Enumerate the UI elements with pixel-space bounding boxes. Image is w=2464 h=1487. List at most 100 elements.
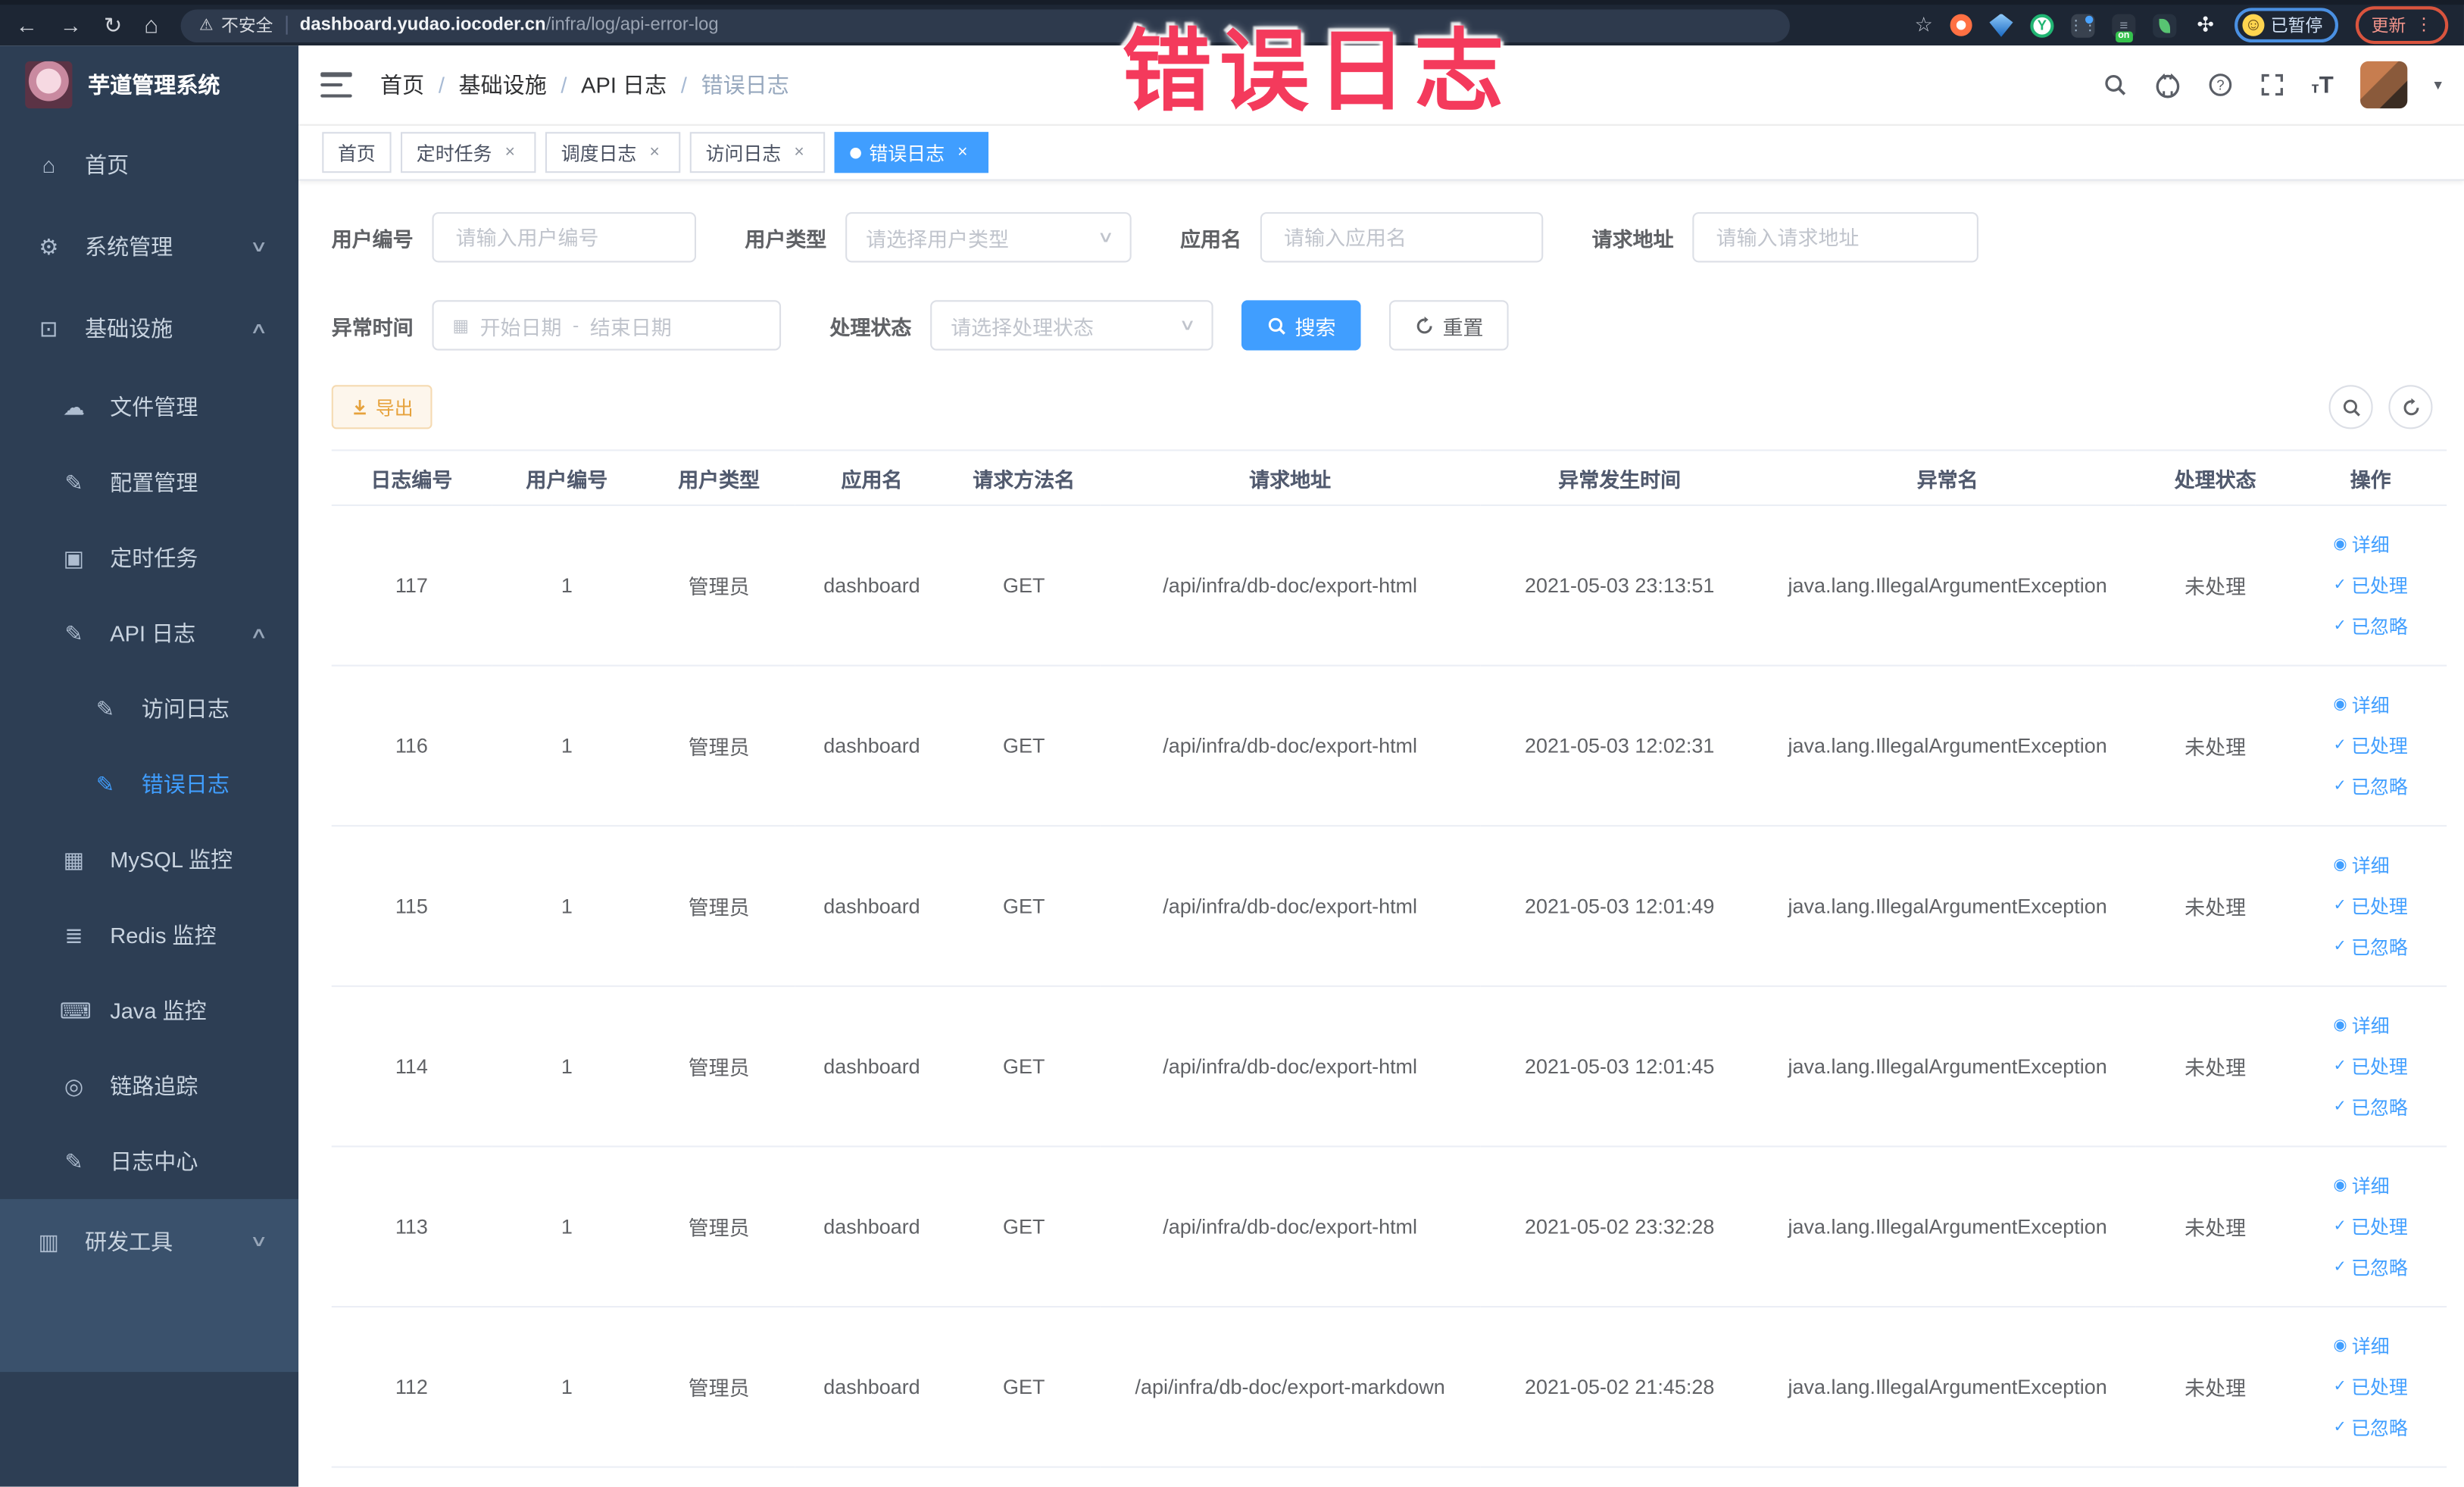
sidebar-item-log-center[interactable]: ✎ 日志中心 (0, 1123, 298, 1199)
error-log-table: 日志编号 用户编号 用户类型 应用名 请求方法名 请求地址 异常发生时间 异常名… (331, 449, 2447, 1468)
extension-icon-switch[interactable]: ≡ on (2112, 13, 2136, 42)
user-id-label: 用户编号 (331, 226, 414, 251)
browser-back-icon[interactable]: ← (16, 14, 38, 36)
tag-scheduled-jobs[interactable]: 定时任务 × (401, 132, 536, 173)
sidebar-item-config-management[interactable]: ✎ 配置管理 (0, 445, 298, 520)
tag-error-log[interactable]: 错误日志 × (834, 132, 989, 173)
dev-tools-section: ▥ 研发工具 ∨ (0, 1198, 299, 1373)
browser-chrome: ← → ↻ ⌂ ⚠ 不安全 dashboard.yudao.iocoder.cn… (0, 0, 2464, 46)
sidebar-item-infrastructure[interactable]: ⊡ 基础设施 ∧ (0, 288, 298, 370)
search-icon[interactable] (2103, 72, 2128, 97)
font-size-icon[interactable]: тT (2312, 71, 2334, 98)
mark-processed-link[interactable]: ✓ 已处理 (2333, 1206, 2407, 1247)
help-icon[interactable]: ? (2208, 72, 2233, 97)
mark-processed-link[interactable]: ✓ 已处理 (2333, 886, 2407, 926)
export-button[interactable]: 导出 (331, 385, 433, 430)
sidebar-item-mysql-monitor[interactable]: ▦ MySQL 监控 (0, 822, 298, 898)
exception-time-range-picker[interactable]: ▦ 开始日期 - 结束日期 (432, 300, 782, 351)
extension-icon-orange[interactable] (1950, 14, 1972, 36)
user-avatar[interactable] (2359, 61, 2408, 109)
fullscreen-icon[interactable] (2259, 72, 2284, 97)
user-id-input[interactable] (432, 212, 697, 263)
mark-processed-link[interactable]: ✓ 已处理 (2333, 1367, 2407, 1407)
search-icon (1268, 317, 1285, 334)
mark-ignored-link[interactable]: ✓ 已忽略 (2333, 1247, 2407, 1288)
cloud-icon: ☁ (62, 393, 86, 419)
detail-link[interactable]: ◉ 详细 (2333, 1005, 2389, 1046)
tag-home[interactable]: 首页 (322, 132, 392, 173)
table-row: 115 1 管理员 dashboard GET /api/infra/db-do… (331, 826, 2447, 987)
github-icon[interactable] (2154, 71, 2181, 98)
mark-processed-link[interactable]: ✓ 已处理 (2333, 565, 2407, 606)
cell-log-id: 116 (331, 665, 492, 827)
mark-ignored-link[interactable]: ✓ 已忽略 (2333, 766, 2407, 807)
gear-icon: ⚙ (39, 233, 59, 259)
cell-process-status: 未处理 (2136, 1307, 2295, 1468)
close-icon[interactable]: × (952, 142, 973, 163)
user-type-select[interactable]: 请选择用户类型 ∨ (845, 212, 1132, 263)
browser-reload-icon[interactable]: ↻ (104, 14, 122, 36)
sidebar-collapse-icon[interactable] (320, 72, 352, 98)
extension-icon-sprout[interactable] (2153, 13, 2177, 37)
browser-update-button[interactable]: 更新 ⋮ (2355, 6, 2449, 45)
toggle-search-button[interactable] (2328, 385, 2373, 430)
mark-ignored-link[interactable]: ✓ 已忽略 (2333, 1087, 2407, 1128)
sidebar-item-api-log[interactable]: ✎ API 日志 ∧ (0, 595, 298, 671)
sidebar-item-home[interactable]: ⌂ 首页 (0, 124, 298, 206)
avatar-dropdown-caret-icon[interactable]: ▾ (2434, 77, 2441, 94)
breadcrumb-infrastructure[interactable]: 基础设施 (459, 69, 547, 100)
cell-exception-time: 2021-05-03 23:13:51 (1480, 505, 1760, 667)
mark-ignored-link[interactable]: ✓ 已忽略 (2333, 926, 2407, 967)
detail-link[interactable]: ◉ 详细 (2333, 845, 2389, 886)
close-icon[interactable]: × (789, 142, 810, 163)
mark-processed-link[interactable]: ✓ 已处理 (2333, 1046, 2407, 1087)
check-icon: ✓ (2333, 576, 2347, 594)
breadcrumb-home[interactable]: 首页 (380, 69, 424, 100)
browser-menu-icon[interactable]: ⋮ (2416, 16, 2433, 34)
process-status-select[interactable]: 请选择处理状态 ∨ (930, 300, 1213, 351)
paused-extension-badge[interactable]: ☺ 已暂停 (2234, 8, 2339, 43)
sidebar-item-access-log[interactable]: ✎ 访问日志 (0, 671, 298, 747)
reset-button[interactable]: 重置 (1389, 300, 1509, 351)
address-bar[interactable]: ⚠ 不安全 dashboard.yudao.iocoder.cn /infra/… (180, 8, 1790, 42)
sidebar-item-scheduled-jobs[interactable]: ▣ 定时任务 (0, 520, 298, 596)
extension-icon-blue[interactable] (1989, 13, 2013, 37)
app-logo[interactable]: 芋道管理系统 (0, 45, 298, 124)
mark-ignored-link[interactable]: ✓ 已忽略 (2333, 1407, 2407, 1448)
close-icon[interactable]: × (500, 142, 520, 163)
search-button[interactable]: 搜索 (1241, 300, 1361, 351)
cell-user-id: 1 (491, 505, 642, 667)
mark-processed-link[interactable]: ✓ 已处理 (2333, 725, 2407, 766)
sidebar-item-redis-monitor[interactable]: ≣ Redis 监控 (0, 898, 298, 973)
sidebar-item-file-management[interactable]: ☁ 文件管理 (0, 370, 298, 445)
mark-ignored-link[interactable]: ✓ 已忽略 (2333, 606, 2407, 647)
insecure-warning-icon[interactable]: ⚠ (199, 17, 214, 34)
url-path: /infra/log/api-error-log (545, 15, 719, 35)
sidebar-item-system-management[interactable]: ⚙ 系统管理 ∨ (0, 206, 298, 288)
cell-user-id: 1 (491, 1307, 642, 1468)
sidebar-item-dev-tools[interactable]: ▥ 研发工具 ∨ (0, 1199, 298, 1284)
close-icon[interactable]: × (645, 142, 665, 163)
sidebar-item-error-log[interactable]: ✎ 错误日志 (0, 746, 298, 822)
tag-access-log[interactable]: 访问日志 × (689, 132, 826, 173)
detail-link[interactable]: ◉ 详细 (2333, 684, 2389, 725)
refresh-button[interactable] (2388, 385, 2433, 430)
breadcrumb-api-log[interactable]: API 日志 (581, 69, 667, 100)
detail-link[interactable]: ◉ 详细 (2333, 524, 2389, 565)
extension-icon-grid[interactable]: ⋮⋮ (2069, 13, 2097, 37)
detail-link[interactable]: ◉ 详细 (2333, 1326, 2389, 1367)
request-url-input[interactable] (1692, 212, 1979, 263)
cell-log-id: 114 (331, 986, 492, 1148)
sidebar-item-trace[interactable]: ◎ 链路追踪 (0, 1048, 298, 1124)
bookmark-star-icon[interactable]: ☆ (1915, 13, 1933, 38)
tag-schedule-log[interactable]: 调度日志 × (545, 132, 681, 173)
browser-forward-icon[interactable]: → (60, 14, 82, 36)
extension-icon-green-y[interactable]: Y (2030, 13, 2054, 37)
sidebar-item-java-monitor[interactable]: ⌨ Java 监控 (0, 973, 298, 1048)
detail-link[interactable]: ◉ 详细 (2333, 1165, 2389, 1206)
browser-home-icon[interactable]: ⌂ (144, 14, 158, 37)
app-name-input[interactable] (1260, 212, 1544, 263)
extension-icon-puzzle[interactable]: ✣ (2194, 13, 2217, 37)
calendar-icon: ▦ (452, 317, 470, 336)
monitor-icon: ⊡ (39, 314, 58, 341)
